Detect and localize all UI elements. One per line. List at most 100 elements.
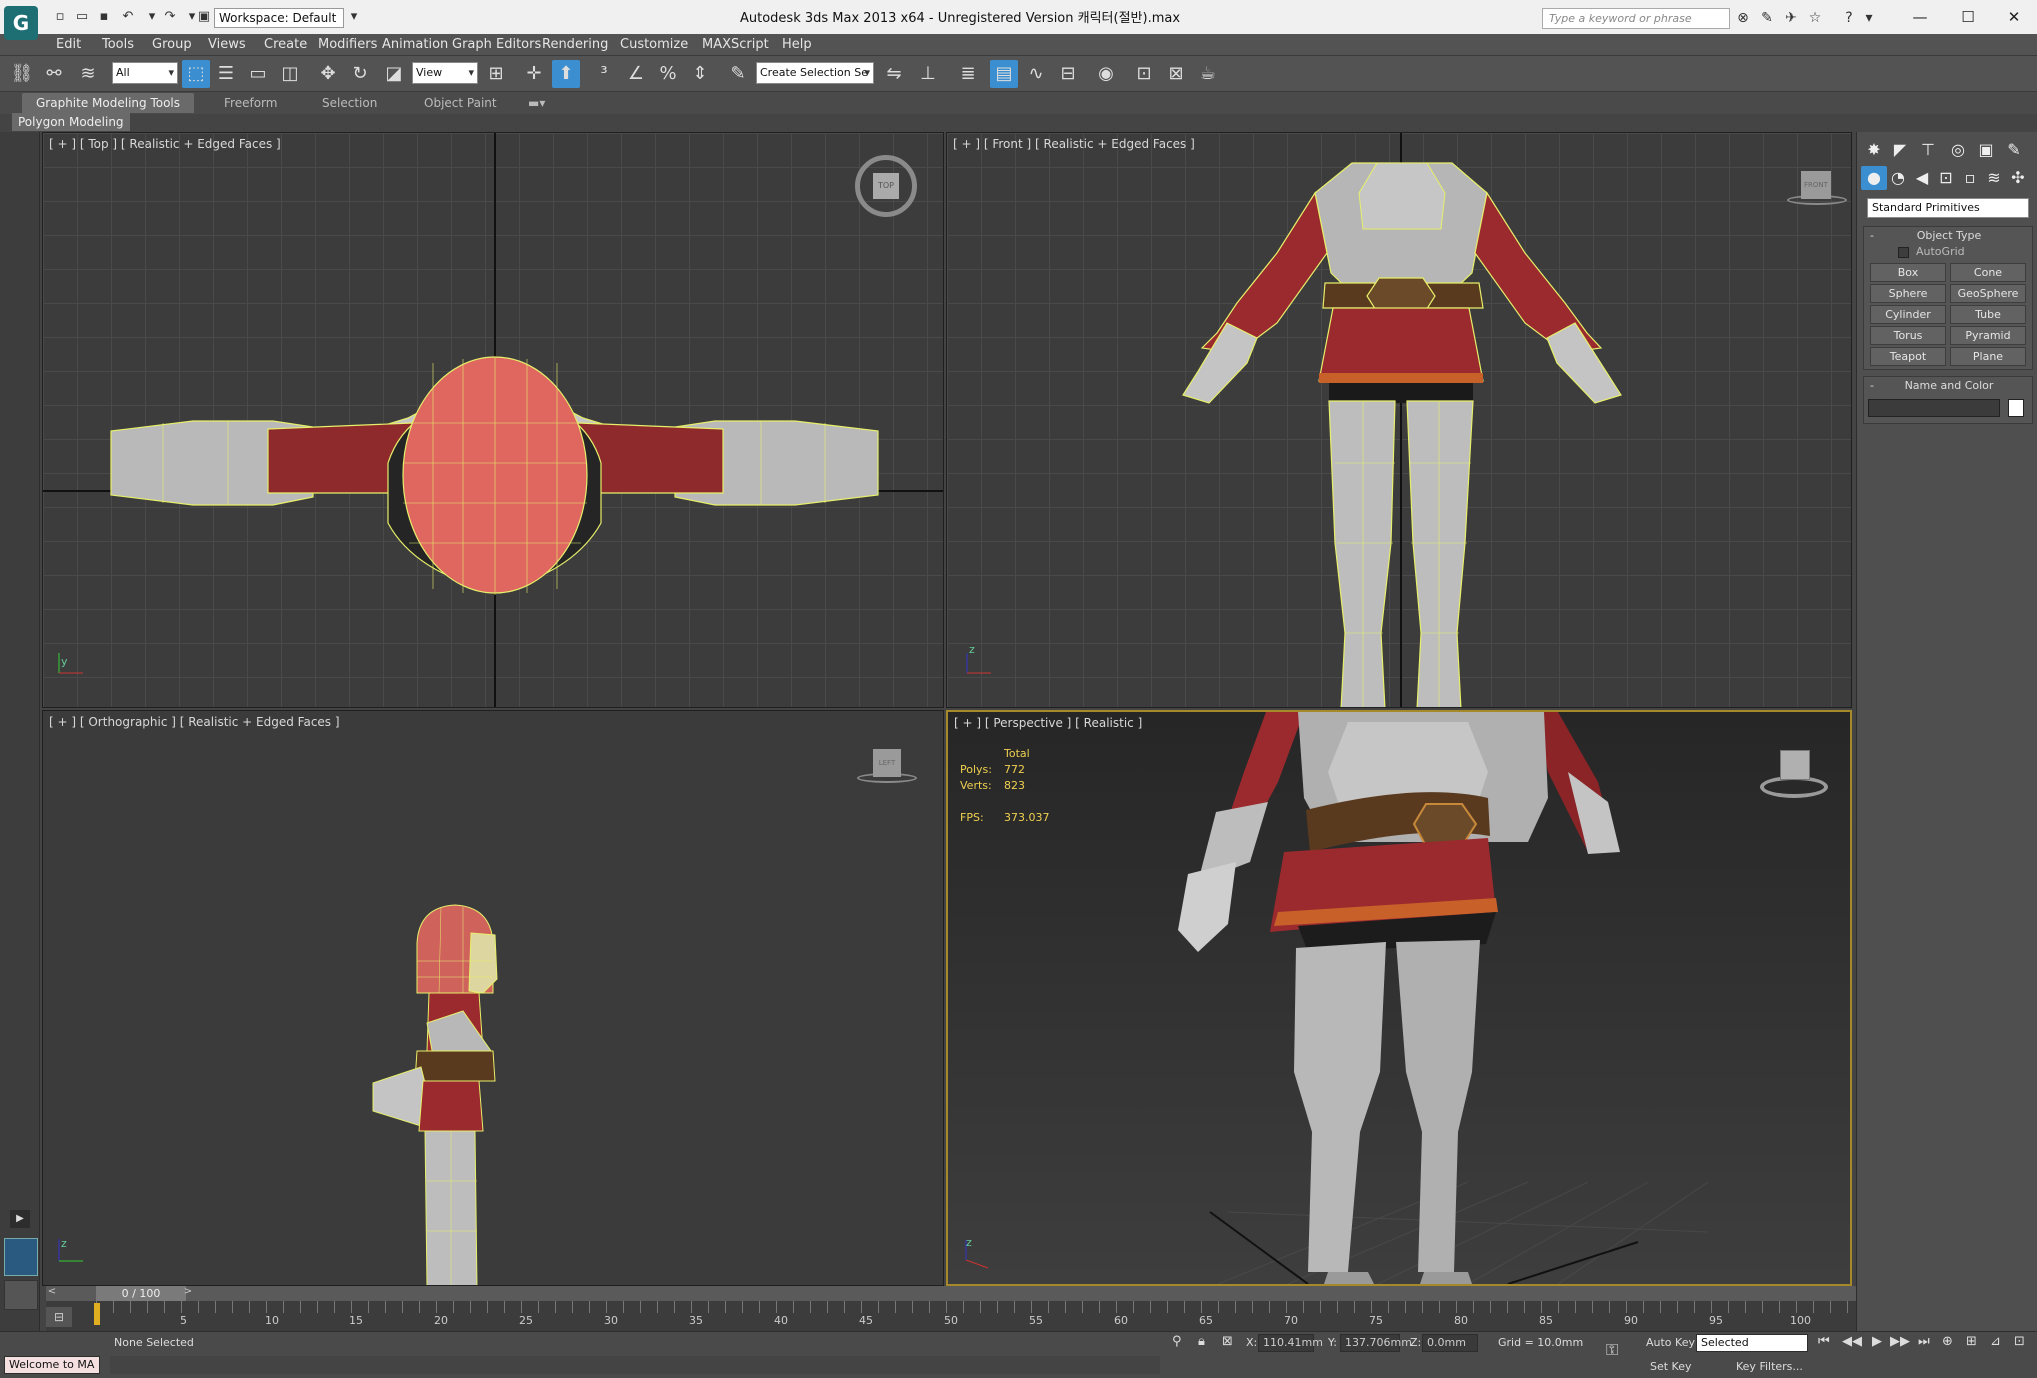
tab-freeform[interactable]: Freeform xyxy=(210,93,291,113)
plane-button[interactable]: Plane xyxy=(1950,347,2026,366)
menu-edit[interactable]: Edit xyxy=(56,37,81,52)
isolate-icon[interactable]: ⚲ xyxy=(1172,1334,1182,1349)
primitive-category-dropdown[interactable]: Standard Primitives xyxy=(1867,198,2029,218)
pivot-center-icon[interactable]: ⊞ xyxy=(482,60,510,88)
autogrid-checkbox[interactable] xyxy=(1898,247,1909,258)
rotate-icon[interactable]: ↻ xyxy=(346,60,374,88)
geosphere-button[interactable]: GeoSphere xyxy=(1950,284,2026,303)
hierarchy-panel-icon[interactable]: ⊤ xyxy=(1915,138,1941,162)
menu-maxscript[interactable]: MAXScript xyxy=(702,37,769,52)
front-viewport-label[interactable]: [ + ] [ Front ] [ Realistic + Edged Face… xyxy=(953,137,1195,151)
pyramid-button[interactable]: Pyramid xyxy=(1950,326,2026,345)
reference-coordinate-dropdown[interactable]: View xyxy=(412,62,478,84)
maximize-viewport-icon[interactable]: ⊡ xyxy=(2014,1334,2025,1349)
curve-editor-icon[interactable]: ∿ xyxy=(1022,60,1050,88)
unlink-icon[interactable]: ⚯ xyxy=(40,60,68,88)
help-dropdown-icon[interactable]: ▾ xyxy=(1858,8,1880,28)
x-coord-field[interactable]: 110.41mm xyxy=(1258,1334,1323,1352)
orthographic-viewport[interactable]: z [ + ] [ Orthographic ] [ Realistic + E… xyxy=(42,710,944,1286)
mirror-icon[interactable]: ⇋ xyxy=(880,60,908,88)
viewport-layout-icon[interactable] xyxy=(4,1238,38,1276)
z-coord-field[interactable]: 0.0mm xyxy=(1422,1334,1478,1352)
selection-filter-dropdown[interactable]: All xyxy=(112,62,178,84)
cylinder-button[interactable]: Cylinder xyxy=(1870,305,1946,324)
favorites-star-icon[interactable]: ☆ xyxy=(1804,8,1826,28)
time-slider[interactable]: < 0 / 100 > xyxy=(46,1286,1856,1301)
named-selection-dropdown[interactable]: Create Selection Se xyxy=(756,62,874,84)
auto-key-button[interactable]: Auto Key xyxy=(1646,1336,1695,1349)
key-mode-dropdown[interactable]: Selected xyxy=(1696,1334,1808,1352)
perspective-viewcube-icon[interactable] xyxy=(1758,742,1828,812)
layout-tab-icon[interactable] xyxy=(4,1280,38,1310)
prev-frame-icon[interactable]: < xyxy=(46,1286,58,1301)
torus-button[interactable]: Torus xyxy=(1870,326,1946,345)
object-color-swatch[interactable] xyxy=(2008,399,2024,417)
3dsmax-logo-icon[interactable]: G xyxy=(4,6,38,40)
display-panel-icon[interactable]: ▣ xyxy=(1973,138,1999,162)
geometry-icon[interactable]: ● xyxy=(1861,166,1887,190)
bind-space-warp-icon[interactable]: ≋ xyxy=(74,60,102,88)
top-viewport[interactable]: y [ + ] [ Top ] [ Realistic + Edged Face… xyxy=(42,132,944,708)
undo-icon[interactable]: ↶ xyxy=(118,8,138,26)
go-to-start-icon[interactable]: ⏮ xyxy=(1818,1334,1830,1349)
binoculars-icon[interactable]: ⊗ xyxy=(1732,8,1754,28)
menu-create[interactable]: Create xyxy=(264,37,307,52)
utilities-panel-icon[interactable]: ✎ xyxy=(2001,138,2027,162)
close-icon[interactable]: ✕ xyxy=(1994,4,2034,30)
expand-arrow-icon[interactable]: ▶ xyxy=(10,1210,30,1228)
tab-polygon-modeling[interactable]: Polygon Modeling xyxy=(12,113,130,131)
align-icon[interactable]: ⊥ xyxy=(914,60,942,88)
current-frame-marker[interactable] xyxy=(94,1303,100,1325)
zoom-extents-icon[interactable]: ⊞ xyxy=(1966,1334,1977,1349)
time-slider-thumb[interactable]: 0 / 100 xyxy=(96,1286,186,1301)
previous-key-icon[interactable]: ◀◀ xyxy=(1842,1334,1862,1349)
set-key-button[interactable]: Set Key xyxy=(1650,1360,1692,1373)
rendered-frame-window-icon[interactable]: ⊠ xyxy=(1162,60,1190,88)
spinner-snap-icon[interactable]: ⇕ xyxy=(686,60,714,88)
project-folder-icon[interactable]: ▣ xyxy=(194,8,214,26)
top-viewcube-icon[interactable]: TOP xyxy=(851,151,921,221)
tab-selection[interactable]: Selection xyxy=(308,93,391,113)
menu-animation[interactable]: Animation xyxy=(382,37,448,52)
sphere-button[interactable]: Sphere xyxy=(1870,284,1946,303)
ortho-viewport-label[interactable]: [ + ] [ Orthographic ] [ Realistic + Edg… xyxy=(49,715,340,729)
redo-icon[interactable]: ↷ xyxy=(160,8,180,26)
menu-customize[interactable]: Customize xyxy=(620,37,688,52)
y-coord-field[interactable]: 137.706mm xyxy=(1340,1334,1412,1352)
help-icon[interactable]: ? xyxy=(1838,8,1860,28)
go-to-end-icon[interactable]: ⏭ xyxy=(1918,1334,1930,1349)
minimize-icon[interactable]: — xyxy=(1900,4,1940,30)
menu-modifiers[interactable]: Modifiers xyxy=(318,37,377,52)
next-frame-icon[interactable]: > xyxy=(182,1286,194,1301)
save-file-icon[interactable]: ▪ xyxy=(94,8,114,26)
select-manipulate-icon[interactable]: ✛ xyxy=(520,60,548,88)
key-filters-button[interactable]: Key Filters... xyxy=(1736,1360,1803,1373)
tab-object-paint[interactable]: Object Paint xyxy=(410,93,511,113)
maximize-icon[interactable]: ☐ xyxy=(1948,4,1988,30)
edit-named-selection-icon[interactable]: ✎ xyxy=(724,60,752,88)
object-type-title[interactable]: Object Type xyxy=(1864,229,2034,242)
scale-icon[interactable]: ◪ xyxy=(380,60,408,88)
select-object-icon[interactable]: ⬚ xyxy=(182,60,210,88)
create-panel-icon[interactable]: ✸ xyxy=(1861,138,1887,162)
percent-snap-icon[interactable]: % xyxy=(654,60,682,88)
layer-manager-icon[interactable]: ≣ xyxy=(954,60,982,88)
window-crossing-icon[interactable]: ◫ xyxy=(276,60,304,88)
front-viewcube-icon[interactable]: FRONT xyxy=(1783,161,1851,231)
lights-icon[interactable]: ◀ xyxy=(1909,166,1935,190)
menu-views[interactable]: Views xyxy=(208,37,246,52)
menu-tools[interactable]: Tools xyxy=(102,37,134,52)
open-file-icon[interactable]: ▭ xyxy=(72,8,92,26)
workspace-dropdown[interactable]: Workspace: Default xyxy=(214,8,344,28)
search-input[interactable]: Type a keyword or phrase xyxy=(1542,8,1730,29)
graphite-toggle-icon[interactable]: ▤ xyxy=(990,60,1018,88)
snaps-toggle-icon[interactable]: ³ xyxy=(590,60,618,88)
space-warps-icon[interactable]: ≋ xyxy=(1981,166,2007,190)
mini-curve-editor-icon[interactable]: ⊟ xyxy=(46,1307,72,1327)
select-and-link-icon[interactable]: ⛓ xyxy=(8,60,36,88)
teapot-button[interactable]: Teapot xyxy=(1870,347,1946,366)
play-icon[interactable]: ▶ xyxy=(1872,1334,1882,1349)
box-button[interactable]: Box xyxy=(1870,263,1946,282)
maxscript-listener[interactable]: Welcome to MA xyxy=(4,1356,100,1374)
keyboard-shortcut-override-icon[interactable]: ⬆ xyxy=(552,60,580,88)
